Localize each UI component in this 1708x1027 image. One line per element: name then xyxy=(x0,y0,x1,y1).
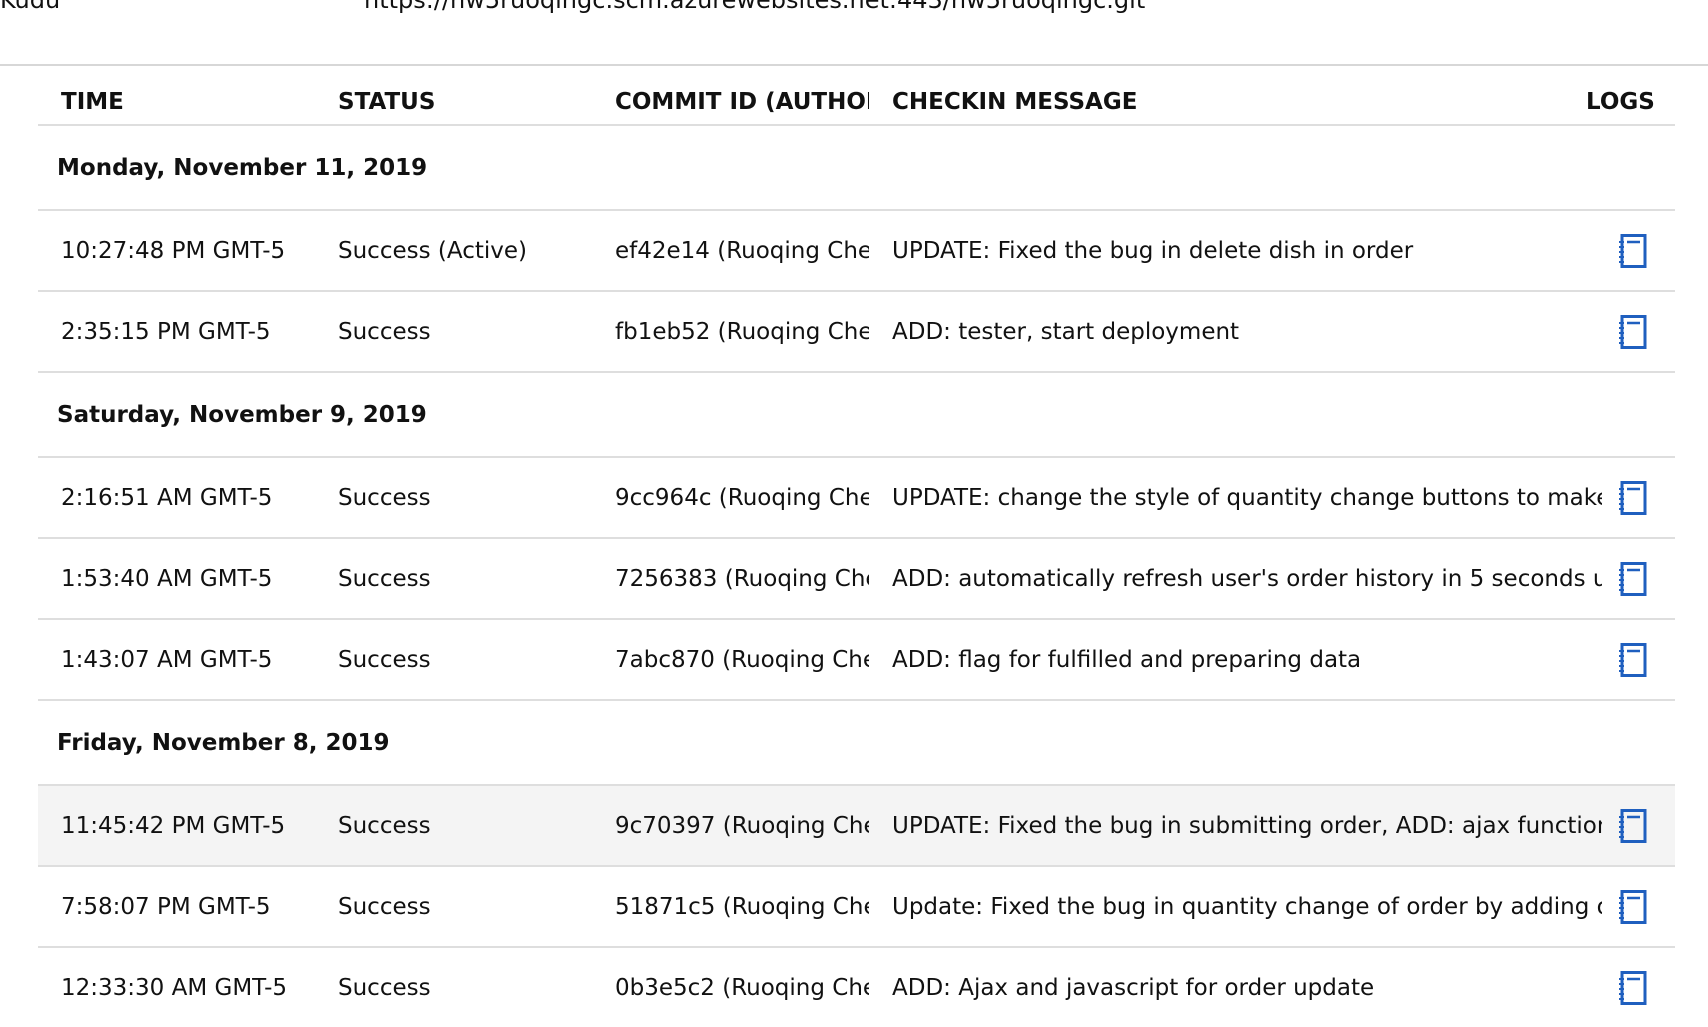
log-notebook-icon[interactable] xyxy=(1619,480,1647,515)
header-time: TIME xyxy=(61,89,124,115)
row-time: 10:27:48 PM GMT-5 xyxy=(61,237,286,264)
row-commit: 9c70397 (Ruoqing Cheng) xyxy=(615,812,869,839)
row-logs xyxy=(1586,867,1666,946)
row-time: 1:53:40 AM GMT-5 xyxy=(61,565,273,592)
log-notebook-icon[interactable] xyxy=(1619,970,1647,1005)
row-logs xyxy=(1586,786,1666,865)
row-status: Success xyxy=(338,646,431,673)
group-date: Friday, November 8, 2019 xyxy=(57,729,390,756)
row-time: 7:58:07 PM GMT-5 xyxy=(61,893,271,920)
row-message: Update: Fixed the bug in quantity change… xyxy=(892,893,1602,920)
app-label: Kudu xyxy=(0,0,61,14)
deployments-table: TIME STATUS COMMIT ID (AUTHOR) CHECKIN M… xyxy=(38,66,1675,1027)
row-status: Success xyxy=(338,893,431,920)
row-logs xyxy=(1586,620,1666,699)
table-row[interactable]: 10:27:48 PM GMT-5 Success (Active) ef42e… xyxy=(38,211,1675,292)
table-row[interactable]: 11:45:42 PM GMT-5 Success 9c70397 (Ruoqi… xyxy=(38,786,1675,867)
group-date: Saturday, November 9, 2019 xyxy=(57,401,427,428)
row-commit: 51871c5 (Ruoqing Cheng) xyxy=(615,893,869,920)
table-row[interactable]: 1:43:07 AM GMT-5 Success 7abc870 (Ruoqin… xyxy=(38,620,1675,701)
row-status: Success xyxy=(338,318,431,345)
row-status: Success (Active) xyxy=(338,237,527,264)
top-bar: Kudu https://nw5ruoqingc.scm.azurewebsit… xyxy=(0,0,1708,66)
row-logs xyxy=(1586,539,1666,618)
row-logs xyxy=(1586,458,1666,537)
table-row[interactable]: 12:33:30 AM GMT-5 Success 0b3e5c2 (Ruoqi… xyxy=(38,948,1675,1027)
row-logs xyxy=(1586,292,1666,371)
table-row[interactable]: 1:53:40 AM GMT-5 Success 7256383 (Ruoqin… xyxy=(38,539,1675,620)
log-notebook-icon[interactable] xyxy=(1619,233,1647,268)
row-time: 2:35:15 PM GMT-5 xyxy=(61,318,271,345)
row-logs xyxy=(1586,948,1666,1027)
row-time: 2:16:51 AM GMT-5 xyxy=(61,484,273,511)
row-message: ADD: Ajax and javascript for order updat… xyxy=(892,974,1375,1001)
repo-url[interactable]: https://nw5ruoqingc.scm.azurewebsites.ne… xyxy=(364,0,1145,14)
row-commit: 9cc964c (Ruoqing Cheng) xyxy=(615,484,869,511)
row-message: ADD: tester, start deployment xyxy=(892,318,1240,345)
log-notebook-icon[interactable] xyxy=(1619,642,1647,677)
row-status: Success xyxy=(338,484,431,511)
header-status: STATUS xyxy=(338,89,436,115)
row-message: ADD: flag for fulfilled and preparing da… xyxy=(892,646,1362,673)
row-message: UPDATE: change the style of quantity cha… xyxy=(892,484,1602,511)
row-status: Success xyxy=(338,812,431,839)
row-message: ADD: automatically refresh user's order … xyxy=(892,565,1602,592)
row-time: 11:45:42 PM GMT-5 xyxy=(61,812,286,839)
table-header: TIME STATUS COMMIT ID (AUTHOR) CHECKIN M… xyxy=(38,66,1675,126)
row-message: UPDATE: Fixed the bug in submitting orde… xyxy=(892,812,1602,839)
table-row[interactable]: 2:16:51 AM GMT-5 Success 9cc964c (Ruoqin… xyxy=(38,458,1675,539)
date-group-row: Saturday, November 9, 2019 xyxy=(38,373,1675,458)
log-notebook-icon[interactable] xyxy=(1619,561,1647,596)
row-time: 12:33:30 AM GMT-5 xyxy=(61,974,288,1001)
header-message: CHECKIN MESSAGE xyxy=(892,89,1138,115)
row-commit: ef42e14 (Ruoqing Cheng) xyxy=(615,237,869,264)
row-commit: fb1eb52 (Ruoqing Cheng) xyxy=(615,318,869,345)
log-notebook-icon[interactable] xyxy=(1619,314,1647,349)
table-row[interactable]: 2:35:15 PM GMT-5 Success fb1eb52 (Ruoqin… xyxy=(38,292,1675,373)
date-group-row: Friday, November 8, 2019 xyxy=(38,701,1675,786)
row-time: 1:43:07 AM GMT-5 xyxy=(61,646,273,673)
table-row[interactable]: 7:58:07 PM GMT-5 Success 51871c5 (Ruoqin… xyxy=(38,867,1675,948)
row-commit: 0b3e5c2 (Ruoqing Cheng) xyxy=(615,974,869,1001)
row-status: Success xyxy=(338,565,431,592)
date-group-row: Monday, November 11, 2019 xyxy=(38,126,1675,211)
row-status: Success xyxy=(338,974,431,1001)
row-message: UPDATE: Fixed the bug in delete dish in … xyxy=(892,237,1414,264)
row-commit: 7256383 (Ruoqing Cheng) xyxy=(615,565,869,592)
group-date: Monday, November 11, 2019 xyxy=(57,154,428,181)
row-logs xyxy=(1586,211,1666,290)
log-notebook-icon[interactable] xyxy=(1619,808,1647,843)
header-commit: COMMIT ID (AUTHOR) xyxy=(615,89,869,115)
header-logs: LOGS xyxy=(1586,89,1655,115)
log-notebook-icon[interactable] xyxy=(1619,889,1647,924)
row-commit: 7abc870 (Ruoqing Cheng) xyxy=(615,646,869,673)
